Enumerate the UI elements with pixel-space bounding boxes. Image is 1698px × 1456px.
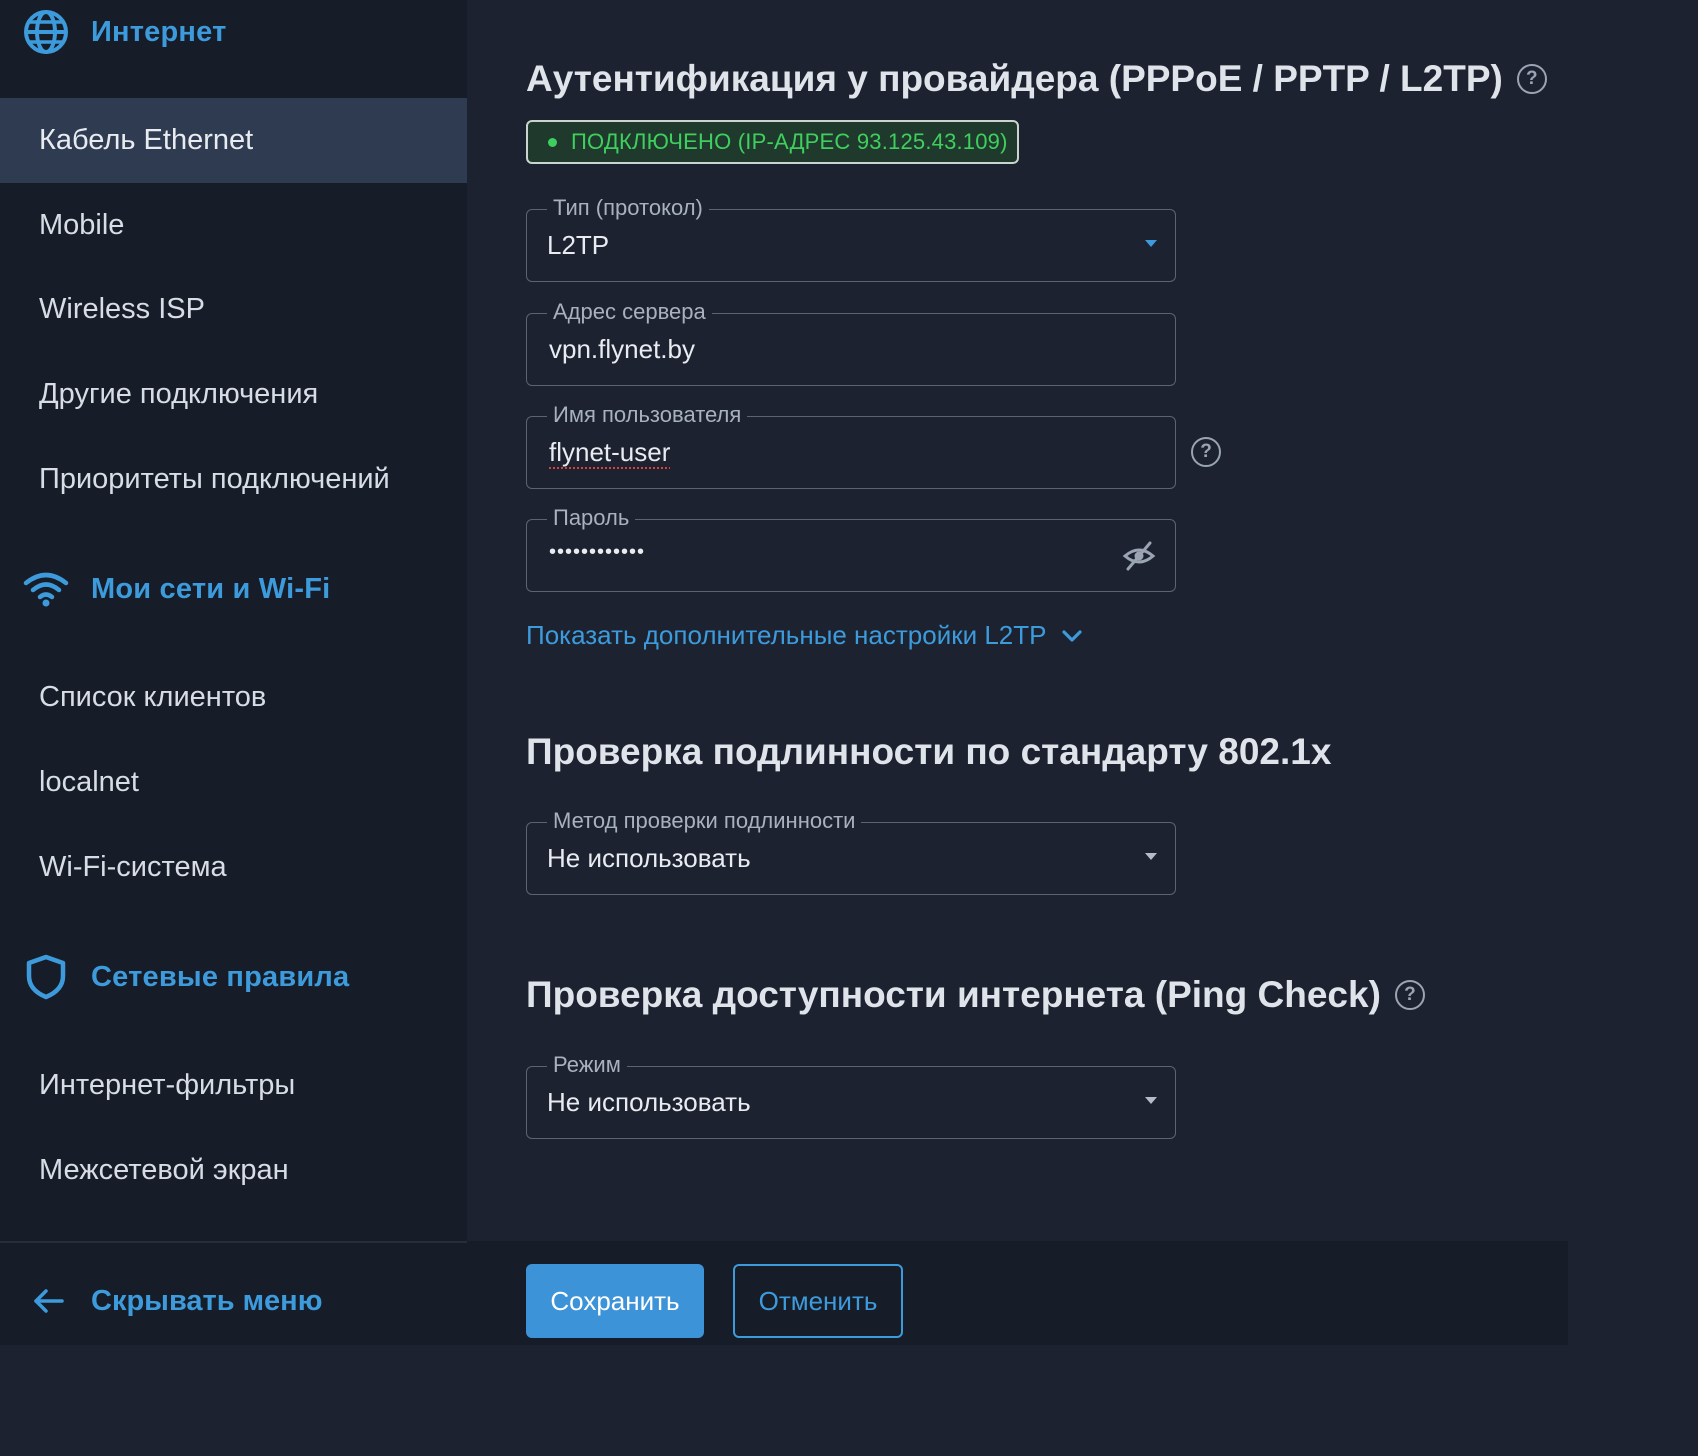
action-footer: Сохранить Отменить (467, 1241, 1568, 1345)
auth-help-icon[interactable]: ? (1516, 64, 1547, 94)
auth-method-select[interactable]: Метод проверки подлинности Не использова… (526, 808, 1176, 895)
sidebar-item-localnet[interactable]: localnet (0, 740, 467, 825)
auth-title-text: Аутентификация у провайдера (PPPoE / PPT… (526, 58, 1503, 99)
caret-down-icon (1145, 853, 1157, 860)
section-networks[interactable]: Мои сети и Wi-Fi (0, 557, 467, 621)
save-button[interactable]: Сохранить (526, 1264, 704, 1338)
shield-icon (22, 953, 70, 1001)
globe-icon (22, 8, 70, 56)
auth-method-value: Не использовать (547, 843, 751, 873)
section-network-rules-title: Сетевые правила (91, 960, 350, 993)
dot1x-title-text: Проверка подлинности по стандарту 802.1x (526, 731, 1332, 772)
auth-method-label: Метод проверки подлинности (547, 808, 862, 834)
username-help-icon[interactable]: ? (1191, 437, 1221, 467)
dot1x-section-title: Проверка подлинности по стандарту 802.1x (526, 731, 1331, 773)
password-label: Пароль (547, 505, 636, 531)
collapse-menu-button[interactable]: Скрывать меню (0, 1268, 467, 1334)
section-internet-title: Интернет (91, 15, 227, 48)
sidebar-item-client-list[interactable]: Список клиентов (0, 655, 467, 740)
section-networks-title: Мои сети и Wi-Fi (91, 572, 331, 605)
ping-check-title-text: Проверка доступности интернета (Ping Che… (526, 974, 1381, 1015)
connection-status-badge: ПОДКЛЮЧЕНО (IP-АДРЕС 93.125.43.109) (526, 120, 1019, 164)
advanced-settings-link[interactable]: Показать дополнительные настройки L2TP (526, 620, 1083, 651)
ping-check-section-title: Проверка доступности интернета (Ping Che… (526, 974, 1425, 1016)
sidebar-item-wifi-system[interactable]: Wi-Fi-система (0, 825, 467, 910)
arrow-left-icon (30, 1283, 66, 1319)
auth-section-title: Аутентификация у провайдера (PPPoE / PPT… (526, 58, 1547, 100)
chevron-down-icon (1061, 629, 1082, 642)
sidebar-item-other-connections[interactable]: Другие подключения (0, 352, 467, 437)
protocol-value: L2TP (547, 230, 610, 260)
cancel-button[interactable]: Отменить (733, 1264, 903, 1338)
server-address-field[interactable]: Адрес сервера vpn.flynet.by (526, 299, 1176, 386)
protocol-label: Тип (протокол) (547, 195, 709, 221)
server-address-label: Адрес сервера (547, 299, 712, 325)
sidebar-item-connection-priorities[interactable]: Приоритеты подключений (0, 437, 467, 522)
caret-down-icon (1145, 240, 1157, 247)
status-dot-icon (548, 137, 557, 147)
ping-mode-value: Не использовать (547, 1087, 751, 1117)
collapse-menu-label: Скрывать меню (91, 1284, 323, 1317)
main-content: Аутентификация у провайдера (PPPoE / PPT… (467, 0, 1568, 1345)
sidebar-item-firewall[interactable]: Межсетевой экран (0, 1128, 467, 1213)
password-field[interactable]: Пароль •••••••••••• (526, 505, 1176, 592)
section-network-rules[interactable]: Сетевые правила (0, 945, 467, 1009)
ping-mode-label: Режим (547, 1052, 627, 1078)
ping-mode-select[interactable]: Режим Не использовать (526, 1052, 1176, 1139)
sidebar-divider (0, 1241, 467, 1243)
advanced-settings-label: Показать дополнительные настройки L2TP (526, 620, 1047, 650)
ping-check-help-icon[interactable]: ? (1394, 980, 1425, 1010)
password-value: •••••••••••• (549, 541, 646, 563)
section-internet[interactable]: Интернет (0, 0, 467, 64)
username-field[interactable]: Имя пользователя flynet-user (526, 402, 1176, 489)
sidebar-item-mobile[interactable]: Mobile (0, 183, 467, 268)
protocol-select[interactable]: Тип (протокол) L2TP (526, 195, 1176, 282)
sidebar-item-ethernet[interactable]: Кабель Ethernet (0, 98, 467, 183)
username-label: Имя пользователя (547, 402, 748, 428)
caret-down-icon (1145, 1097, 1157, 1104)
status-text: ПОДКЛЮЧЕНО (IP-АДРЕС 93.125.43.109) (571, 129, 1008, 154)
sidebar-item-internet-filters[interactable]: Интернет-фильтры (0, 1043, 467, 1128)
eye-off-icon[interactable] (1121, 538, 1157, 574)
sidebar-item-wireless-isp[interactable]: Wireless ISP (0, 267, 467, 352)
server-address-value: vpn.flynet.by (549, 334, 695, 364)
wifi-icon (22, 565, 70, 613)
username-value: flynet-user (549, 437, 671, 467)
sidebar: Интернет Кабель Ethernet Mobile Wireless… (0, 0, 467, 1345)
